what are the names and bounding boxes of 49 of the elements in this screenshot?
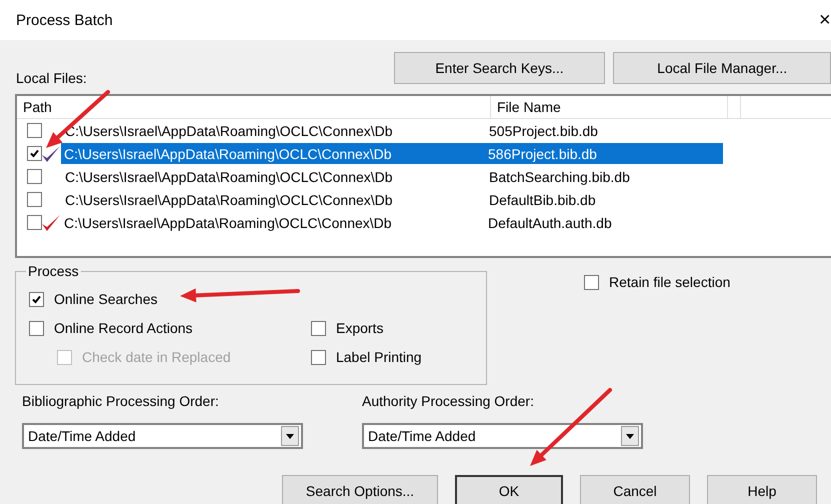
checkbox[interactable] xyxy=(27,146,42,161)
field-label: Authority Processing Order: xyxy=(362,393,535,409)
file-name-cell-text: 505Project.bib.db xyxy=(489,122,599,138)
help-button[interactable]: Help xyxy=(707,475,817,504)
checkbox[interactable] xyxy=(27,123,42,138)
checkbox-label: Exports xyxy=(336,320,384,336)
checkbox-label: Online Searches xyxy=(54,291,158,307)
cancel-button[interactable]: Cancel xyxy=(580,475,690,504)
checkbox-label: Online Record Actions xyxy=(54,320,193,336)
checkbox-label: Check date in Replaced xyxy=(82,349,231,365)
close-button[interactable]: × xyxy=(819,8,831,32)
checkbox[interactable] xyxy=(27,192,42,207)
file-manager-button[interactable]: Local File Manager... xyxy=(613,52,831,84)
checkbox-label: Retain file selection xyxy=(609,274,730,290)
checkbox[interactable] xyxy=(310,320,326,336)
ok-button[interactable]: OK xyxy=(455,475,563,504)
path-cell-text: C:\Users\Israel\AppData\Roaming\OCLC\Connex\Db xyxy=(65,168,394,184)
list-row[interactable]: C:\Users\Israel\AppData\Roaming\OCLC\Connex\Db BatchSearching.bib.db xyxy=(62,166,724,187)
group-label: Process xyxy=(26,263,81,279)
checkmark-icon xyxy=(29,148,40,159)
file-name-cell-text: DefaultAuth.auth.db xyxy=(488,214,613,230)
search-options-button[interactable]: Search Options... xyxy=(282,475,438,504)
path-cell-text: C:\Users\Israel\AppData\Roaming\OCLC\Connex\Db xyxy=(65,122,394,138)
checkbox[interactable] xyxy=(29,320,44,336)
window-title: Process Batch xyxy=(16,12,113,28)
list-row[interactable]: C:\Users\Israel\AppData\Roaming\OCLC\Connex\Db 505Project.bib.db xyxy=(62,120,724,141)
column-header[interactable]: Path xyxy=(17,96,491,118)
list-row[interactable]: C:\Users\Israel\AppData\Roaming\OCLC\Connex\Db 586Project.bib.db xyxy=(61,143,723,164)
file-name-cell-text: 586Project.bib.db xyxy=(488,146,598,162)
path-cell-text: C:\Users\Israel\AppData\Roaming\OCLC\Connex\Db xyxy=(64,146,393,162)
path-cell-text: C:\Users\Israel\AppData\Roaming\OCLC\Connex\Db xyxy=(65,192,394,208)
file-name-cell-text: BatchSearching.bib.db xyxy=(489,168,631,184)
checkbox-label: Label Printing xyxy=(336,349,422,365)
path-cell-text: C:\Users\Israel\AppData\Roaming\OCLC\Connex\Db xyxy=(64,214,393,230)
dropdown[interactable]: Date/Time Added xyxy=(22,423,303,449)
list-row[interactable]: C:\Users\Israel\AppData\Roaming\OCLC\Connex\Db DefaultBib.bib.db xyxy=(62,189,724,210)
checkbox[interactable] xyxy=(29,292,44,306)
list-label: Local Files: xyxy=(16,70,88,86)
column-header[interactable]: File Name xyxy=(491,96,728,118)
field-label: Bibliographic Processing Order: xyxy=(22,393,220,409)
checkbox[interactable] xyxy=(27,169,42,184)
checkmark-icon xyxy=(31,294,42,304)
checkbox[interactable] xyxy=(310,350,326,364)
file-name-cell-text: DefaultBib.bib.db xyxy=(489,192,597,208)
checkbox[interactable] xyxy=(584,274,599,290)
list-row[interactable]: C:\Users\Israel\AppData\Roaming\OCLC\Connex\Db DefaultAuth.auth.db xyxy=(61,212,723,233)
dropdown[interactable]: Date/Time Added xyxy=(362,423,643,449)
search-keys-button[interactable]: Enter Search Keys... xyxy=(394,52,606,84)
checkbox[interactable] xyxy=(27,215,42,230)
